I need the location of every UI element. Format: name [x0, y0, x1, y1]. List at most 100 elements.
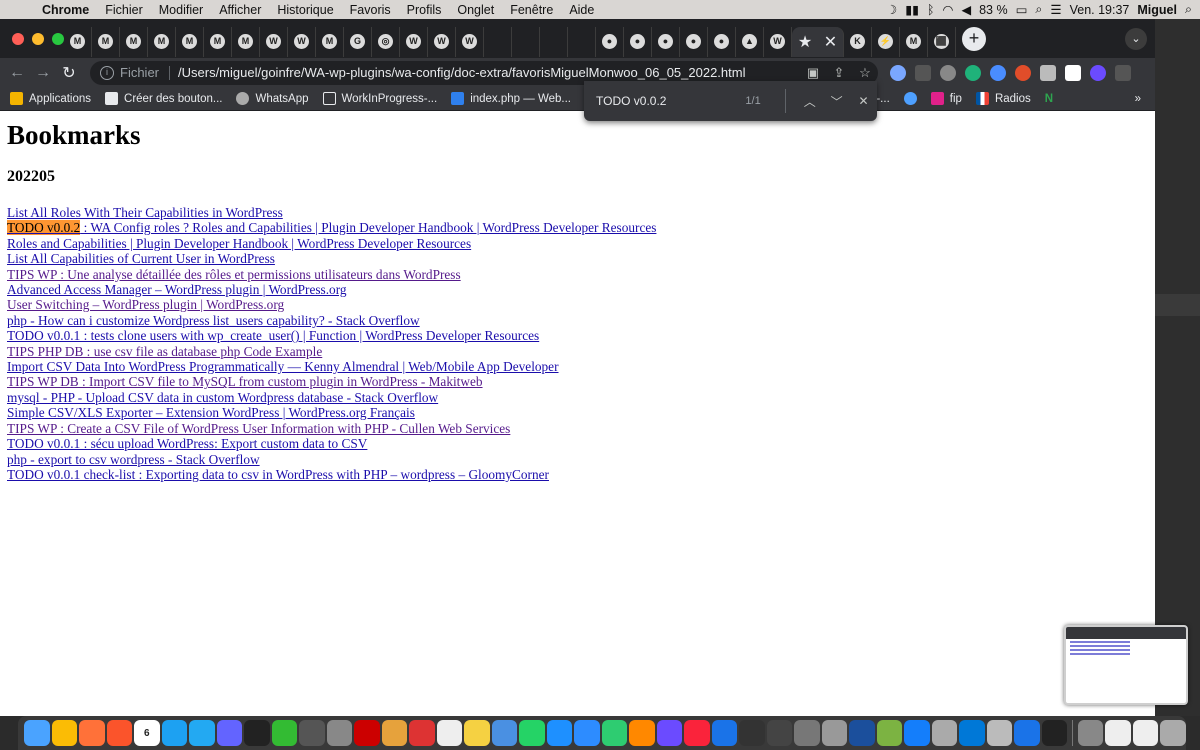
bookmark-link[interactable]: TODO v0.0.2 : WA Config roles ? Roles an…: [7, 220, 1155, 236]
dock-chrome-icon[interactable]: [51, 720, 77, 746]
dock-doc-icon[interactable]: [1105, 720, 1131, 746]
browser-tab[interactable]: G: [344, 26, 372, 57]
battery-icon[interactable]: ▭: [1016, 2, 1028, 17]
back-button[interactable]: ←: [4, 64, 30, 82]
dock-xcode-icon[interactable]: [904, 720, 930, 746]
browser-tab[interactable]: ●: [596, 26, 624, 57]
dock-clock-icon[interactable]: [931, 720, 957, 746]
browser-tab[interactable]: [568, 26, 596, 57]
dock-whatsapp-icon[interactable]: [519, 720, 545, 746]
browser-tab[interactable]: ⚡: [872, 26, 900, 57]
dock-firefox-icon[interactable]: [79, 720, 105, 746]
browser-tab[interactable]: [512, 26, 540, 57]
menu-dots-icon[interactable]: [1115, 64, 1131, 81]
browser-tab[interactable]: M: [232, 26, 260, 57]
browser-tab[interactable]: ●: [624, 26, 652, 57]
dock-trash-icon[interactable]: [1160, 720, 1186, 746]
browser-tab[interactable]: M: [64, 26, 92, 57]
profile-icon[interactable]: [1090, 64, 1106, 81]
new-tab-button[interactable]: +: [962, 26, 986, 51]
dock-gimp-icon[interactable]: [794, 720, 820, 746]
find-input[interactable]: TODO v0.0.2: [596, 94, 745, 108]
dock-brave-icon[interactable]: [106, 720, 132, 746]
tab-search-button[interactable]: ⌄: [1125, 28, 1147, 50]
bookmark-link[interactable]: Import CSV Data Into WordPress Programma…: [7, 359, 1155, 374]
bookmark-link[interactable]: php - How can i customize Wordpress list…: [7, 313, 1155, 328]
menu-historique[interactable]: Historique: [269, 3, 341, 17]
info-icon[interactable]: i: [100, 65, 114, 80]
bookmark-link[interactable]: User Switching – WordPress plugin | Word…: [7, 297, 1155, 312]
browser-tab[interactable]: K: [844, 26, 872, 57]
bookmark-folder-workinprogress[interactable]: WorkInProgress-...: [322, 92, 437, 105]
close-window-button[interactable]: [12, 32, 24, 45]
dock-jar-icon[interactable]: [381, 720, 407, 746]
extension-icon[interactable]: [890, 64, 906, 81]
menu-aide[interactable]: Aide: [561, 3, 602, 17]
browser-tab[interactable]: W: [764, 26, 792, 57]
minimize-window-button[interactable]: [32, 32, 44, 45]
zoom-window-button[interactable]: [52, 32, 64, 45]
bookmark-link[interactable]: TODO v0.0.1 check-list : Exporting data …: [7, 467, 1155, 482]
bookmark-index-php[interactable]: index.php — Web...: [451, 92, 571, 105]
bookmark-n[interactable]: N: [1045, 93, 1053, 105]
menu-favoris[interactable]: Favoris: [342, 3, 399, 17]
bookmark-link[interactable]: mysql - PHP - Upload CSV data in custom …: [7, 390, 1155, 405]
dock-mastodon-icon[interactable]: [216, 720, 242, 746]
dock-store-icon[interactable]: [546, 720, 572, 746]
bookmark-link[interactable]: TIPS WP : Create a CSV File of WordPress…: [7, 421, 1155, 436]
bookmark-link[interactable]: TIPS WP DB : Import CSV file to MySQL fr…: [7, 374, 1155, 389]
dock-finder-icon[interactable]: [24, 720, 50, 746]
battery-label[interactable]: 83 %: [979, 3, 1008, 17]
bookmark-creer-boutons[interactable]: Créer des bouton...: [105, 92, 222, 105]
bookmark-link[interactable]: Advanced Access Manager – WordPress plug…: [7, 282, 1155, 297]
control-center-icon[interactable]: ☰: [1050, 2, 1061, 17]
browser-tab[interactable]: M: [148, 26, 176, 57]
extension-icon[interactable]: [915, 64, 931, 81]
extension-icon[interactable]: [1015, 64, 1031, 81]
user-name[interactable]: Miguel: [1137, 3, 1177, 17]
browser-tab[interactable]: M: [176, 26, 204, 57]
url-text[interactable]: /Users/miguel/goinfre/WA-wp-plugins/wa-c…: [178, 65, 800, 80]
forward-button[interactable]: →: [30, 64, 56, 82]
browser-tab[interactable]: M: [120, 26, 148, 57]
browser-tab[interactable]: M: [900, 26, 928, 57]
bookmark-link[interactable]: php - export to csv wordpress - Stack Ov…: [7, 452, 1155, 467]
browser-tab[interactable]: ●: [652, 26, 680, 57]
bookmark-link[interactable]: List All Capabilities of Current User in…: [7, 251, 1155, 266]
extension-icon[interactable]: [965, 64, 981, 81]
menu-onglet[interactable]: Onglet: [449, 3, 502, 17]
dock-vector-icon[interactable]: [739, 720, 765, 746]
wifi-icon[interactable]: ◠: [943, 2, 954, 17]
dock-play-icon[interactable]: [161, 720, 187, 746]
app-menu[interactable]: Chrome: [34, 3, 97, 17]
dock-files-icon[interactable]: [491, 720, 517, 746]
menu-modifier[interactable]: Modifier: [151, 3, 211, 17]
spotlight-icon[interactable]: ⌕: [1185, 2, 1192, 17]
reload-button[interactable]: ↻: [56, 63, 82, 83]
dock-filezilla-icon[interactable]: [354, 720, 380, 746]
menu-afficher[interactable]: Afficher: [211, 3, 269, 17]
bluetooth-icon[interactable]: ᛒ: [927, 3, 935, 17]
bookmark-link[interactable]: TODO v0.0.1 : sécu upload WordPress: Exp…: [7, 436, 1155, 451]
menu-fichier[interactable]: Fichier: [97, 3, 151, 17]
dock-desktop-icon[interactable]: [986, 720, 1012, 746]
bookmark-link[interactable]: Simple CSV/XLS Exporter – Extension Word…: [7, 405, 1155, 420]
dock-safari2-icon[interactable]: [1014, 720, 1040, 746]
dock-git-icon[interactable]: [299, 720, 325, 746]
dock-safari-icon[interactable]: [711, 720, 737, 746]
bookmark-applications[interactable]: Applications: [10, 92, 91, 105]
dock-imovie-icon[interactable]: [656, 720, 682, 746]
browser-tab[interactable]: [540, 26, 568, 57]
dock-dev-icon[interactable]: [766, 720, 792, 746]
bookmark-link[interactable]: TIPS WP : Une analyse détaillée des rôle…: [7, 267, 1155, 282]
dock-mine-icon[interactable]: [876, 720, 902, 746]
bookmark-link[interactable]: TIPS PHP DB : use csv file as database p…: [7, 344, 1155, 359]
dock-viewer-icon[interactable]: [821, 720, 847, 746]
browser-tab[interactable]: ●: [708, 26, 736, 57]
dock-vbox-icon[interactable]: [849, 720, 875, 746]
browser-tab[interactable]: W: [288, 26, 316, 57]
find-in-page-icon[interactable]: ▣: [800, 65, 826, 81]
volume-icon[interactable]: ◀: [961, 2, 971, 17]
dock-edge-icon[interactable]: [959, 720, 985, 746]
share-icon[interactable]: ⇪: [826, 65, 852, 81]
